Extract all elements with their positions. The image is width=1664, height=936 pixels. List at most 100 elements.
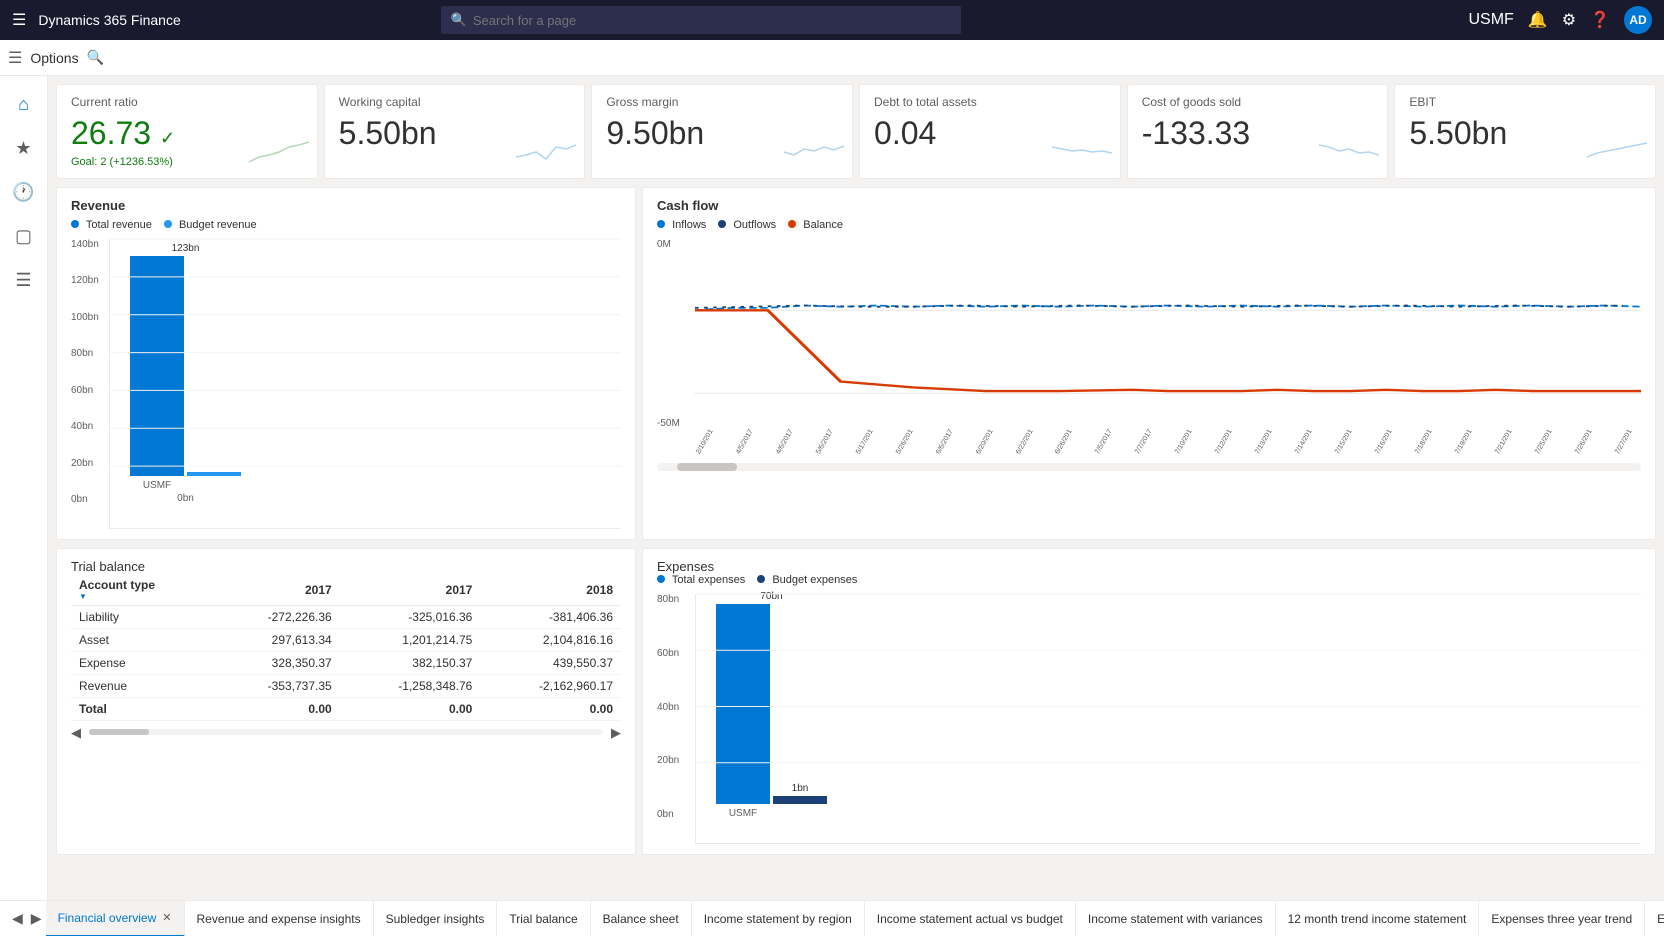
revenue-bar-x-value: 0bn <box>177 493 194 504</box>
search-bar[interactable]: 🔍 <box>441 6 961 34</box>
sidebar-item-home[interactable]: ⌂ <box>4 84 44 124</box>
revenue-bars <box>130 256 241 476</box>
tab-financial-overview[interactable]: Financial overview ✕ <box>46 901 185 936</box>
tb-row-liability-col1: -272,226.36 <box>215 606 340 629</box>
user-name: USMF <box>1468 11 1513 29</box>
revenue-legend-budget: Budget revenue <box>164 219 257 231</box>
expenses-legend: Total expenses Budget expenses <box>657 574 1641 586</box>
tb-col-type: Account type ▼ <box>71 574 215 606</box>
expenses-legend-budget: Budget expenses <box>757 574 857 586</box>
tb-col-2017a: 2017 <box>215 574 340 606</box>
kpi-current-ratio: Current ratio 26.73 ✓ Goal: 2 (+1236.53%… <box>56 84 318 179</box>
tab-nav-prev[interactable]: ◀ <box>8 910 27 927</box>
cashflow-chart-title: Cash flow <box>657 198 1641 213</box>
kpi-ebit: EBIT 5.50bn <box>1394 84 1656 179</box>
sidebar: ⌂ ★ 🕐 ▢ ☰ <box>0 76 48 900</box>
revenue-bar-total <box>130 256 184 476</box>
tb-row-total-col3: 0.00 <box>480 698 621 721</box>
search-small-icon[interactable]: 🔍 <box>87 49 104 66</box>
bell-icon[interactable]: 🔔 <box>1528 10 1548 30</box>
settings-icon[interactable]: ⚙ <box>1562 10 1576 30</box>
revenue-dot-total <box>71 220 79 228</box>
search-input[interactable] <box>473 13 951 28</box>
sidebar-item-modules[interactable]: ☰ <box>4 260 44 300</box>
expenses-bar-group-usmf: 70bn 1bn USMF <box>716 591 827 819</box>
kpi-gross-margin-title: Gross margin <box>606 95 838 109</box>
revenue-legend-total: Total revenue <box>71 219 152 231</box>
avatar[interactable]: AD <box>1624 6 1652 34</box>
expenses-dot-budget <box>757 575 765 583</box>
tab-more[interactable]: Expe... <box>1645 901 1664 936</box>
tab-income-statement-region[interactable]: Income statement by region <box>692 901 865 936</box>
kpi-current-ratio-title: Current ratio <box>71 95 303 109</box>
expenses-bar-budget <box>773 796 827 804</box>
expenses-y-axis: 80bn 60bn 40bn 20bn 0bn <box>657 594 695 844</box>
cashflow-scrollbar[interactable] <box>657 463 1641 471</box>
scroll-right-icon[interactable]: ▶ <box>611 725 621 741</box>
revenue-bar-label-top: 123bn <box>172 243 200 254</box>
tab-expenses-three-year[interactable]: Expenses three year trend <box>1479 901 1645 936</box>
tab-income-statement-variances[interactable]: Income statement with variances <box>1076 901 1276 936</box>
kpi-working-capital-title: Working capital <box>339 95 571 109</box>
main-layout: ⌂ ★ 🕐 ▢ ☰ Current ratio 26.73 ✓ Goal: 2 … <box>0 76 1664 900</box>
tab-close-icon[interactable]: ✕ <box>162 911 171 924</box>
options-label: Options <box>30 50 78 66</box>
trial-balance-title: Trial balance <box>71 559 621 574</box>
revenue-panel: Revenue Total revenue Budget revenue 140… <box>56 187 636 540</box>
tabs-bar: ◀ ▶ Financial overview ✕ Revenue and exp… <box>0 900 1664 936</box>
revenue-dot-budget <box>164 220 172 228</box>
tb-row-expense-col2: 382,150.37 <box>340 652 481 675</box>
tab-12month-trend[interactable]: 12 month trend income statement <box>1276 901 1480 936</box>
tb-scrollbar[interactable] <box>89 729 603 735</box>
table-row: Revenue -353,737.35 -1,258,348.76 -2,162… <box>71 675 621 698</box>
tab-nav-next[interactable]: ▶ <box>27 910 46 927</box>
tab-trial-balance[interactable]: Trial balance <box>497 901 590 936</box>
tab-revenue-expense-insights[interactable]: Revenue and expense insights <box>185 901 374 936</box>
help-icon[interactable]: ❓ <box>1590 10 1610 30</box>
kpi-ebit-title: EBIT <box>1409 95 1641 109</box>
expenses-bar-x-labels: USMF <box>716 808 827 819</box>
scroll-left-icon[interactable]: ◀ <box>71 725 81 741</box>
kpi-cogs-title: Cost of goods sold <box>1142 95 1374 109</box>
expenses-chart-title: Expenses <box>657 559 1641 574</box>
tb-row-liability-type: Liability <box>71 606 215 629</box>
hamburger-menu[interactable]: ☰ <box>12 10 26 30</box>
tb-row-asset-col3: 2,104,816.16 <box>480 629 621 652</box>
kpi-row: Current ratio 26.73 ✓ Goal: 2 (+1236.53%… <box>56 84 1656 179</box>
tab-balance-sheet[interactable]: Balance sheet <box>591 901 692 936</box>
cashflow-svg-area <box>695 239 1641 429</box>
cashflow-panel: Cash flow Inflows Outflows Balance <box>642 187 1656 540</box>
tb-row-expense-type: Expense <box>71 652 215 675</box>
cashflow-dot-balance <box>788 220 796 228</box>
tb-scrollbar-thumb[interactable] <box>89 729 149 735</box>
tab-income-statement-budget[interactable]: Income statement actual vs budget <box>865 901 1076 936</box>
sidebar-item-favorites[interactable]: ★ <box>4 128 44 168</box>
revenue-bar-x-labels: USMF <box>130 480 241 491</box>
kpi-debt-total-assets: Debt to total assets 0.04 <box>859 84 1121 179</box>
top-navigation: ☰ Dynamics 365 Finance 🔍 USMF 🔔 ⚙ ❓ AD <box>0 0 1664 40</box>
expenses-bar-budget-group: 1bn <box>773 783 827 804</box>
expenses-bar-label-top: 70bn <box>760 591 782 602</box>
cashflow-scrollbar-thumb[interactable] <box>677 463 737 471</box>
cashflow-legend-balance: Balance <box>788 219 843 231</box>
kpi-gross-margin-sparkline <box>784 137 844 170</box>
revenue-chart-area: 140bn 120bn 100bn 80bn 60bn 40bn 20bn 0b… <box>71 239 621 529</box>
tab-subledger-insights[interactable]: Subledger insights <box>374 901 498 936</box>
app-title: Dynamics 365 Finance <box>38 12 180 28</box>
sidebar-item-recent[interactable]: 🕐 <box>4 172 44 212</box>
sidebar-item-workspace[interactable]: ▢ <box>4 216 44 256</box>
tb-row-revenue-type: Revenue <box>71 675 215 698</box>
kpi-debt-total-assets-title: Debt to total assets <box>874 95 1106 109</box>
tb-row-liability-col2: -325,016.36 <box>340 606 481 629</box>
nav-toggle-icon[interactable]: ☰ <box>8 48 22 68</box>
tb-row-total-col1: 0.00 <box>215 698 340 721</box>
tb-col-2018: 2018 <box>480 574 621 606</box>
kpi-cogs: Cost of goods sold -133.33 <box>1127 84 1389 179</box>
revenue-chart-title: Revenue <box>71 198 621 213</box>
revenue-bars-area: 123bn USMF 0bn <box>109 239 621 529</box>
tb-row-revenue-col2: -1,258,348.76 <box>340 675 481 698</box>
kpi-gross-margin: Gross margin 9.50bn <box>591 84 853 179</box>
main-content: Current ratio 26.73 ✓ Goal: 2 (+1236.53%… <box>48 76 1664 900</box>
cashflow-legend-inflows: Inflows <box>657 219 706 231</box>
cashflow-chart-area: 0M -50M <box>657 239 1641 459</box>
